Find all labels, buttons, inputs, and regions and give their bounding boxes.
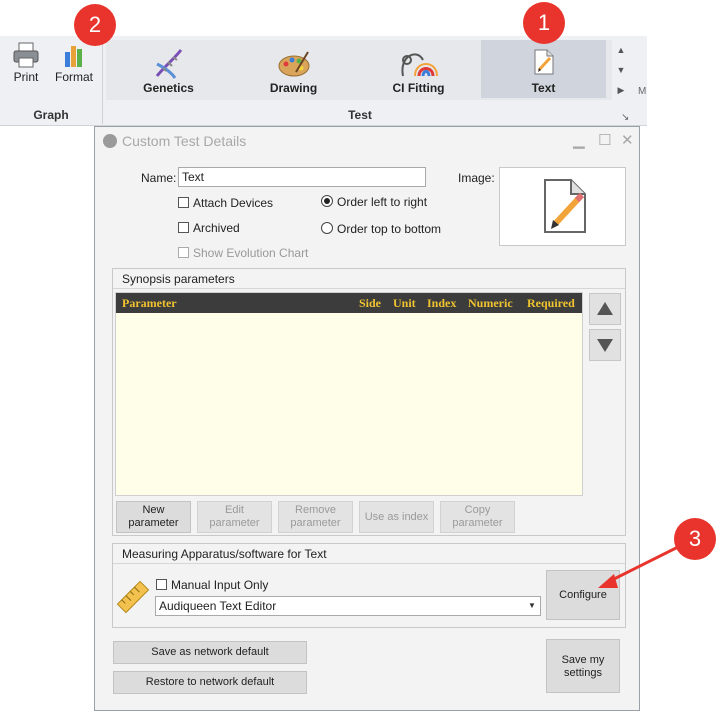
restore-network-default-button[interactable]: Restore to network default xyxy=(113,671,307,694)
dialog-titlebar: Custom Test Details ▁ ☐ ✕ xyxy=(95,127,639,155)
move-down-button[interactable] xyxy=(589,329,621,361)
format-label: Format xyxy=(54,70,93,84)
gallery-item-ci-fitting[interactable]: CI Fitting xyxy=(356,40,481,98)
name-input[interactable] xyxy=(178,167,426,187)
maximize-icon[interactable]: ☐ xyxy=(598,131,611,149)
save-my-settings-button[interactable]: Save my settings xyxy=(546,639,620,693)
save-network-default-button[interactable]: Save as network default xyxy=(113,641,307,664)
archived-checkbox[interactable] xyxy=(178,222,189,233)
new-parameter-label-1: New xyxy=(142,504,165,516)
restore-network-default-label: Restore to network default xyxy=(145,676,275,688)
arrow-up-icon xyxy=(597,302,613,315)
use-as-index-label: Use as index xyxy=(364,511,429,523)
image-preview[interactable] xyxy=(499,167,626,246)
gallery-scroll: ▲ ▼ ▶ xyxy=(612,40,630,100)
callout-2: 2 xyxy=(74,4,116,46)
copy-parameter-button[interactable]: Copy parameter xyxy=(440,501,515,533)
grid-header: Parameter Side Unit Index Numeric Requir… xyxy=(116,293,582,313)
show-evolution-chart-checkbox[interactable] xyxy=(178,247,189,258)
gallery-label-genetics: Genetics xyxy=(143,81,194,95)
chevron-down-icon[interactable]: ▼ xyxy=(525,598,539,614)
use-as-index-button[interactable]: Use as index xyxy=(359,501,434,533)
save-my-settings-label-2: settings xyxy=(564,667,602,679)
arrow-down-icon xyxy=(597,339,613,352)
new-parameter-button[interactable]: New parameter xyxy=(116,501,191,533)
minimize-icon[interactable]: ▁ xyxy=(573,131,585,149)
graph-group-label: Graph xyxy=(33,108,69,122)
manual-input-label: Manual Input Only xyxy=(171,578,269,592)
gallery-scroll-up-icon[interactable]: ▲ xyxy=(612,40,630,60)
callout-1: 1 xyxy=(523,2,565,44)
gallery-label-drawing: Drawing xyxy=(269,81,318,95)
synopsis-grid[interactable]: Parameter Side Unit Index Numeric Requir… xyxy=(115,292,583,496)
col-required[interactable]: Required xyxy=(527,296,575,311)
apparatus-select[interactable]: Audiqueen Text Editor ▼ xyxy=(155,596,541,616)
cochlear-implant-icon xyxy=(400,53,438,77)
gallery-label-ci-fitting: CI Fitting xyxy=(392,81,445,95)
synopsis-title: Synopsis parameters xyxy=(122,272,235,286)
image-label: Image: xyxy=(458,171,495,185)
format-button[interactable]: Format xyxy=(52,40,96,84)
name-label: Name: xyxy=(141,171,177,185)
remove-parameter-label-2: parameter xyxy=(290,517,341,529)
archived-label: Archived xyxy=(193,221,240,235)
printer-icon xyxy=(13,42,39,68)
app-icon xyxy=(103,134,117,148)
gallery-item-genetics[interactable]: Genetics xyxy=(106,40,231,98)
text-document-icon xyxy=(534,49,553,75)
col-unit[interactable]: Unit xyxy=(393,296,416,311)
manual-input-checkbox[interactable] xyxy=(156,579,167,590)
edit-parameter-label-2: parameter xyxy=(209,517,260,529)
new-parameter-label-2: parameter xyxy=(128,517,179,529)
col-parameter[interactable]: Parameter xyxy=(122,296,177,311)
gallery-item-text[interactable]: Text xyxy=(481,40,606,98)
attach-devices-label: Attach Devices xyxy=(193,196,274,210)
apparatus-title: Measuring Apparatus/software for Text xyxy=(122,547,327,561)
gallery-expand-icon[interactable]: ▶ xyxy=(612,80,630,100)
show-evolution-chart-label: Show Evolution Chart xyxy=(193,246,309,260)
apparatus-select-value: Audiqueen Text Editor xyxy=(159,599,277,613)
gallery-scroll-down-icon[interactable]: ▼ xyxy=(612,60,630,80)
edit-parameter-label-1: Edit xyxy=(225,504,244,516)
test-group-label: Test xyxy=(348,108,372,122)
callout-3: 3 xyxy=(674,518,716,560)
close-icon[interactable]: ✕ xyxy=(621,131,634,149)
col-side[interactable]: Side xyxy=(359,296,381,311)
copy-parameter-label-2: parameter xyxy=(452,517,503,529)
print-label: Print xyxy=(13,70,39,84)
remove-parameter-label-1: Remove xyxy=(295,504,336,516)
bar-chart-icon xyxy=(65,46,82,67)
edit-parameter-button[interactable]: Edit parameter xyxy=(197,501,272,533)
custom-test-details-dialog: Custom Test Details ▁ ☐ ✕ Name: Image: A… xyxy=(94,126,640,711)
ribbon-edge-text: M xyxy=(638,86,647,97)
order-left-to-right-label: Order left to right xyxy=(337,195,428,209)
col-index[interactable]: Index xyxy=(427,296,456,311)
dna-icon xyxy=(155,49,182,79)
order-left-to-right-radio[interactable] xyxy=(321,195,333,207)
gallery-label-text: Text xyxy=(531,81,556,95)
remove-parameter-button[interactable]: Remove parameter xyxy=(278,501,353,533)
order-top-to-bottom-radio[interactable] xyxy=(321,222,333,234)
attach-devices-checkbox[interactable] xyxy=(178,197,189,208)
gallery-item-drawing[interactable]: Drawing xyxy=(231,40,356,98)
palette-icon xyxy=(278,51,309,77)
dialog-title: Custom Test Details xyxy=(122,133,247,149)
save-network-default-label: Save as network default xyxy=(151,646,269,658)
save-my-settings-label-1: Save my xyxy=(561,654,605,666)
ruler-icon xyxy=(116,580,150,614)
move-up-button[interactable] xyxy=(589,293,621,325)
print-button[interactable]: Print xyxy=(6,40,46,84)
copy-parameter-label-1: Copy xyxy=(464,504,491,516)
group-separator xyxy=(102,38,103,124)
dialog-launcher-icon[interactable]: ↘ xyxy=(621,112,629,123)
order-top-to-bottom-label: Order top to bottom xyxy=(337,222,442,236)
text-document-icon xyxy=(544,179,586,233)
col-numeric[interactable]: Numeric xyxy=(468,296,513,311)
